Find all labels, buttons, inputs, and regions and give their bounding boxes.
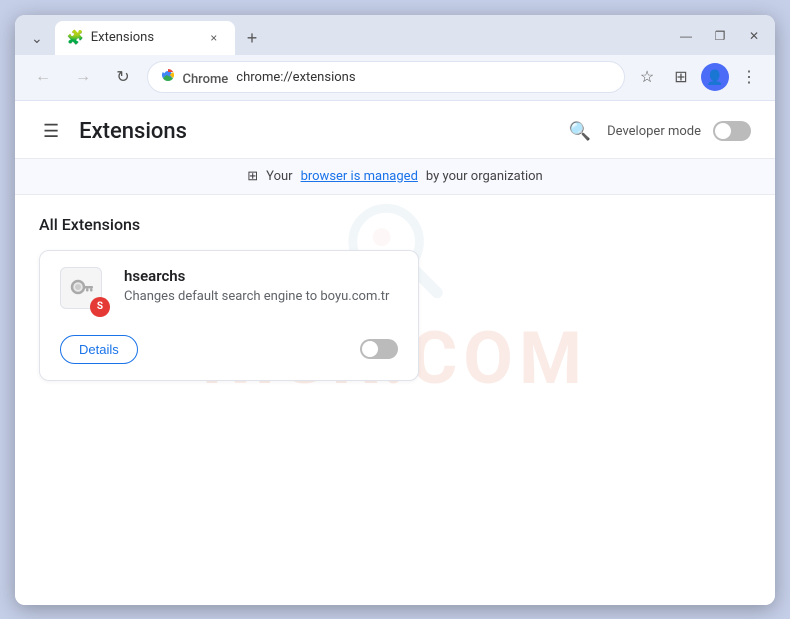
managed-link[interactable]: browser is managed	[301, 169, 418, 184]
back-button[interactable]: ←	[27, 61, 59, 93]
managed-text-prefix: Your	[266, 169, 292, 184]
extension-description: Changes default search engine to boyu.co…	[124, 289, 398, 304]
extension-toggle[interactable]	[360, 339, 398, 359]
extensions-header: ☰ Extensions 🔍 Developer mode	[15, 101, 775, 159]
badge-icon: S	[97, 301, 103, 312]
address-bar[interactable]: Chrome chrome://extensions	[147, 61, 625, 93]
extension-name: hsearchs	[124, 267, 398, 285]
title-bar: ⌄ 🧩 Extensions × + — ❐ ✕	[15, 15, 775, 55]
nav-actions: ☆ ⊞ 👤 ⋮	[633, 63, 763, 91]
profile-button[interactable]: 👤	[701, 63, 729, 91]
window-controls: — ❐ ✕	[673, 23, 767, 55]
chrome-text: Chrome	[182, 72, 228, 87]
extensions-header-left: ☰ Extensions	[39, 117, 187, 146]
developer-mode-toggle[interactable]	[713, 121, 751, 141]
minimize-button[interactable]: —	[673, 23, 699, 49]
reload-button[interactable]: ↻	[107, 61, 139, 93]
extensions-body: RISK.COM All Extensions	[15, 195, 775, 401]
new-tab-button[interactable]: +	[239, 23, 266, 55]
managed-icon: ⊞	[247, 169, 258, 184]
tab-title: Extensions	[91, 30, 197, 45]
close-button[interactable]: ✕	[741, 23, 767, 49]
address-text: chrome://extensions	[236, 70, 612, 85]
chrome-brand-label: Chrome	[160, 67, 228, 87]
extension-card: S hsearchs Changes default search engine…	[39, 250, 419, 381]
extension-icon-wrapper: S	[60, 267, 108, 315]
extension-card-top: S hsearchs Changes default search engine…	[60, 267, 398, 315]
forward-button[interactable]: →	[67, 61, 99, 93]
tab-strip: ⌄ 🧩 Extensions × +	[23, 21, 669, 55]
extension-badge: S	[90, 297, 110, 317]
tab-list-button[interactable]: ⌄	[23, 23, 51, 55]
bookmark-button[interactable]: ☆	[633, 63, 661, 91]
page-title: Extensions	[79, 119, 187, 144]
chrome-menu-button[interactable]: ⋮	[735, 63, 763, 91]
tab-favicon: 🧩	[67, 30, 83, 46]
developer-mode-label: Developer mode	[607, 124, 701, 139]
extensions-page: ☰ Extensions 🔍 Developer mode ⊞ Your bro…	[15, 101, 775, 605]
browser-window: ⌄ 🧩 Extensions × + — ❐ ✕ ← → ↻	[15, 15, 775, 605]
active-tab[interactable]: 🧩 Extensions ×	[55, 21, 235, 55]
tab-close-button[interactable]: ×	[205, 29, 223, 47]
managed-notice: ⊞ Your browser is managed by your organi…	[15, 159, 775, 195]
nav-bar: ← → ↻ Chrome chrome://extensions ☆ ⊞ 👤 ⋮	[15, 55, 775, 101]
chrome-logo-icon	[160, 67, 176, 83]
page-content: ☰ Extensions 🔍 Developer mode ⊞ Your bro…	[15, 101, 775, 605]
hamburger-menu-button[interactable]: ☰	[39, 117, 63, 146]
extension-card-bottom: Details	[60, 335, 398, 364]
section-title: All Extensions	[39, 215, 751, 234]
extensions-button[interactable]: ⊞	[667, 63, 695, 91]
search-button[interactable]: 🔍	[565, 117, 595, 146]
managed-text-suffix: by your organization	[426, 169, 543, 184]
maximize-button[interactable]: ❐	[707, 23, 733, 49]
key-icon	[67, 274, 95, 302]
extension-info: hsearchs Changes default search engine t…	[124, 267, 398, 304]
details-button[interactable]: Details	[60, 335, 138, 364]
extensions-header-right: 🔍 Developer mode	[565, 117, 751, 146]
